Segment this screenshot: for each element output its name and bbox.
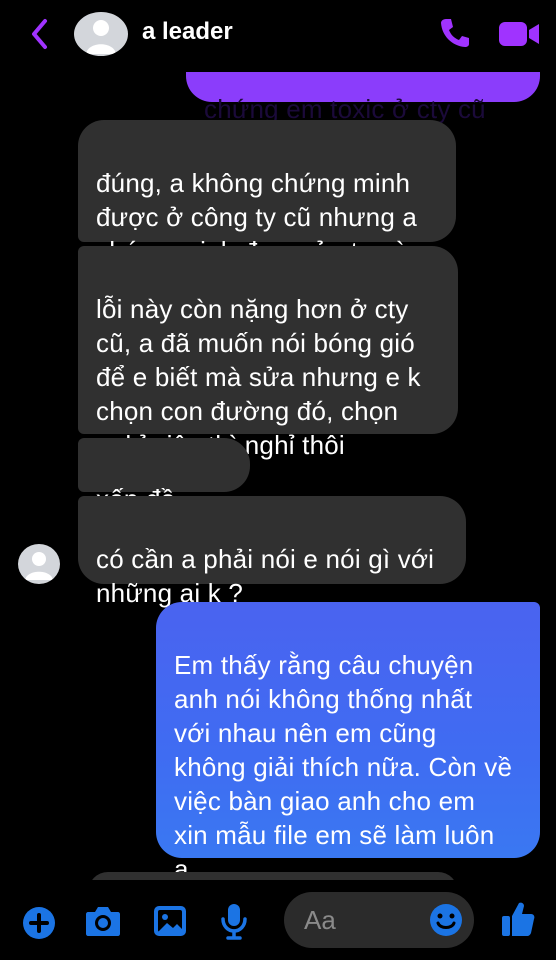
message-text: có cần a phải nói e nói gì với những ai … xyxy=(96,544,435,608)
contact-name[interactable]: a leader xyxy=(142,18,233,46)
plus-circle-icon xyxy=(23,907,55,939)
person-icon xyxy=(25,552,53,580)
call-button[interactable] xyxy=(438,16,472,55)
microphone-icon xyxy=(221,904,247,940)
message-input-placeholder: Aa xyxy=(304,905,336,935)
message-outgoing[interactable]: Em thấy rằng câu chuyện anh nói không th… xyxy=(156,602,540,884)
message-text: Em thấy rằng câu chuyện anh nói không th… xyxy=(174,650,513,884)
more-actions-button[interactable] xyxy=(22,906,56,945)
voice-button[interactable] xyxy=(220,902,248,945)
chat-header: a leader xyxy=(0,0,556,72)
camera-icon xyxy=(86,907,120,936)
message-incoming[interactable]: đúng, a không chứng minh được ở công ty … xyxy=(78,120,456,266)
video-camera-icon xyxy=(499,22,539,46)
message-incoming[interactable]: lỗi này còn nặng hơn ở cty cũ, a đã muốn… xyxy=(78,246,458,460)
image-icon xyxy=(154,906,186,936)
thumbs-up-icon xyxy=(502,902,535,936)
camera-button[interactable] xyxy=(84,904,122,943)
header-avatar[interactable] xyxy=(74,12,128,56)
gallery-button[interactable] xyxy=(152,904,188,943)
person-icon xyxy=(86,20,116,54)
message-list: chứng em toxic ở cty cũ đúng, a không ch… xyxy=(0,0,556,960)
contact-avatar[interactable] xyxy=(18,544,60,584)
back-button[interactable] xyxy=(26,16,54,52)
video-call-button[interactable] xyxy=(498,20,540,53)
emoji-icon xyxy=(430,904,462,936)
emoji-button[interactable] xyxy=(428,902,464,943)
phone-icon xyxy=(441,19,469,47)
message-incoming[interactable]: có cần a phải nói e nói gì với những ai … xyxy=(78,496,466,608)
message-input[interactable]: Aa xyxy=(284,892,474,948)
like-button[interactable] xyxy=(500,900,536,943)
message-incoming[interactable]: xếp đồ chưa xyxy=(78,438,250,548)
chevron-left-icon xyxy=(32,19,47,49)
message-text: lỗi này còn nặng hơn ở cty cũ, a đã muốn… xyxy=(96,294,421,460)
